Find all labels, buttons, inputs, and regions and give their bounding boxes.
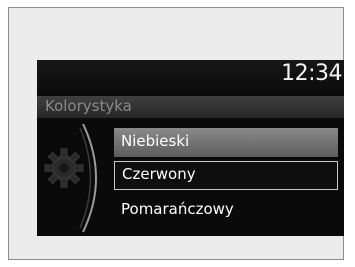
menu-item-czerwony[interactable]: Czerwony	[114, 161, 338, 190]
clock: 12:34	[281, 61, 342, 86]
status-bar: 12:34	[37, 60, 344, 93]
selector-arc	[79, 123, 97, 233]
display-screen: 12:34 Kolorystyka Niebieski Czerwony Pom…	[37, 60, 344, 236]
menu-item-pomaranczowy[interactable]: Pomarańczowy	[114, 196, 338, 225]
menu-title-bar: Kolorystyka	[37, 96, 344, 118]
menu-item-niebieski[interactable]: Niebieski	[114, 128, 338, 157]
menu-item-label: Pomarańczowy	[121, 200, 234, 218]
figure-frame: 12:34 Kolorystyka Niebieski Czerwony Pom…	[8, 7, 344, 260]
scroll-dial	[37, 118, 109, 236]
menu-item-label: Czerwony	[122, 165, 196, 183]
menu-title: Kolorystyka	[45, 97, 132, 115]
menu-item-label: Niebieski	[121, 132, 190, 150]
